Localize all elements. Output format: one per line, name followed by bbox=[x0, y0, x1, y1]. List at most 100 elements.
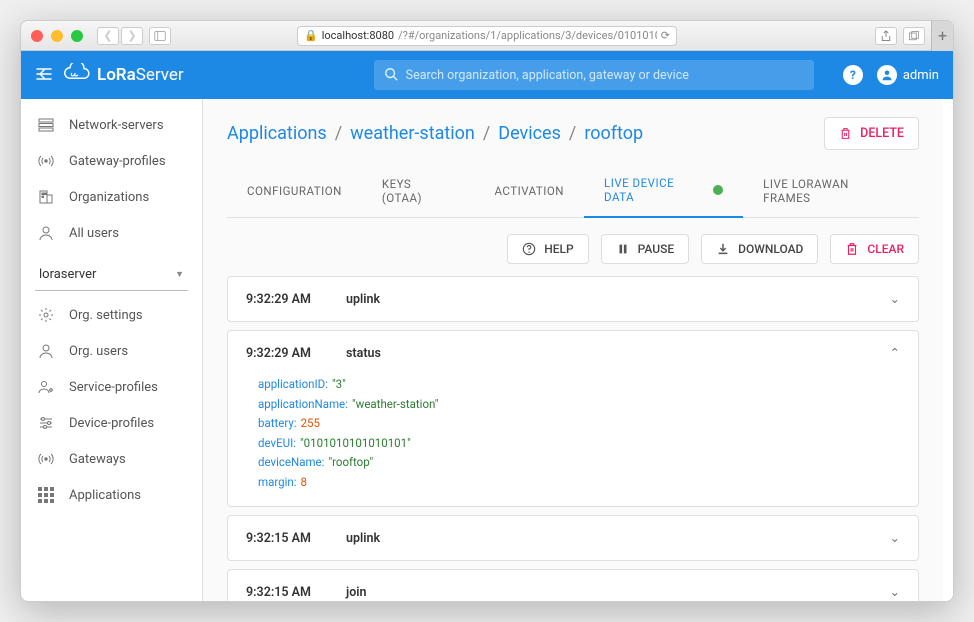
sidebar-item-network-servers[interactable]: Network-servers bbox=[21, 107, 202, 143]
event-header[interactable]: 9:32:29 AMuplink ⌄ bbox=[228, 277, 918, 321]
tab-activation[interactable]: ACTIVATION bbox=[474, 164, 584, 217]
tab-keys[interactable]: KEYS (OTAA) bbox=[362, 164, 475, 217]
maximize-window-icon[interactable] bbox=[71, 30, 83, 42]
sidebar-item-label: Service-profiles bbox=[69, 380, 158, 395]
user-icon bbox=[37, 225, 55, 241]
breadcrumb-link[interactable]: Applications bbox=[227, 123, 327, 144]
org-selector[interactable]: loraserver ▼ bbox=[35, 259, 188, 291]
sidebar-item-all-users[interactable]: All users bbox=[21, 215, 202, 251]
event-panel: 9:32:15 AMjoin⌄ bbox=[227, 569, 919, 602]
forward-button[interactable]: ❯ bbox=[121, 27, 143, 45]
brand-logo[interactable]: LoRaServer bbox=[63, 63, 184, 88]
tab-configuration[interactable]: CONFIGURATION bbox=[227, 164, 362, 217]
scrollbar[interactable] bbox=[943, 99, 953, 602]
browser-window: ❮ ❯ 🔒 localhost:8080 /?#/organizations/1… bbox=[20, 20, 954, 602]
search-icon bbox=[384, 66, 398, 85]
new-tab-button[interactable]: + bbox=[931, 21, 953, 51]
breadcrumb-row: Applications/ weather-station/ Devices/ … bbox=[227, 117, 919, 150]
payload-row: battery: 255 bbox=[258, 414, 900, 434]
clear-button[interactable]: CLEAR bbox=[830, 234, 919, 264]
payload-key: applicationID: bbox=[258, 375, 328, 395]
help-icon[interactable]: ? bbox=[843, 65, 863, 85]
chevron-down-icon: ⌄ bbox=[890, 584, 900, 600]
sidebar-item-label: Gateway-profiles bbox=[69, 154, 166, 169]
antenna-icon bbox=[37, 153, 55, 169]
event-type: uplink bbox=[346, 531, 380, 546]
mac-titlebar: ❮ ❯ 🔒 localhost:8080 /?#/organizations/1… bbox=[21, 21, 953, 51]
payload-value: "3" bbox=[332, 375, 346, 395]
sidebar-item-device-profiles[interactable]: Device-profiles bbox=[21, 405, 202, 441]
tab-live-device-data[interactable]: LIVE DEVICE DATA bbox=[584, 164, 743, 218]
sidebar-item-label: Applications bbox=[69, 488, 141, 503]
breadcrumb-link[interactable]: rooftop bbox=[584, 123, 643, 144]
event-time: 9:32:29 AM bbox=[246, 292, 346, 307]
breadcrumb-link[interactable]: Devices bbox=[498, 123, 561, 144]
sidebar-item-gateway-profiles[interactable]: Gateway-profiles bbox=[21, 143, 202, 179]
building-icon bbox=[37, 189, 55, 205]
user-menu[interactable]: admin bbox=[877, 65, 939, 85]
sidebar-item-label: Device-profiles bbox=[69, 416, 154, 431]
breadcrumb-link[interactable]: weather-station bbox=[350, 123, 475, 144]
pause-button[interactable]: PAUSE bbox=[601, 234, 690, 264]
payload-key: devEUI: bbox=[258, 434, 296, 454]
event-header[interactable]: 9:32:15 AMjoin⌄ bbox=[228, 570, 918, 602]
sidebar-item-label: Organizations bbox=[69, 190, 149, 205]
status-dot-icon bbox=[713, 185, 723, 195]
tab-live-lorawan-frames[interactable]: LIVE LORAWAN FRAMES bbox=[743, 164, 919, 217]
back-button[interactable]: ❮ bbox=[97, 27, 119, 45]
payload-value: "weather-station" bbox=[352, 395, 439, 415]
event-panel: 9:32:15 AMuplink⌄ bbox=[227, 515, 919, 561]
search-input[interactable] bbox=[406, 68, 804, 83]
gear-icon bbox=[37, 307, 55, 323]
event-type: join bbox=[346, 585, 367, 600]
menu-collapse-icon[interactable] bbox=[35, 66, 53, 85]
address-bar[interactable]: 🔒 localhost:8080 /?#/organizations/1/app… bbox=[297, 26, 677, 46]
chevron-down-icon: ⌄ bbox=[890, 291, 900, 307]
chevron-up-icon: ⌃ bbox=[890, 345, 900, 361]
delete-button[interactable]: DELETE bbox=[824, 117, 919, 150]
event-header[interactable]: 9:32:29 AMstatus⌃ bbox=[228, 331, 918, 375]
close-window-icon[interactable] bbox=[31, 30, 43, 42]
payload-key: margin: bbox=[258, 473, 297, 493]
sidebar-item-organizations[interactable]: Organizations bbox=[21, 179, 202, 215]
download-button[interactable]: DOWNLOAD bbox=[701, 234, 818, 264]
payload-row: applicationName: "weather-station" bbox=[258, 395, 900, 415]
sidebar-item-service-profiles[interactable]: Service-profiles bbox=[21, 369, 202, 405]
sidebar-item-gateways[interactable]: Gateways bbox=[21, 441, 202, 477]
sidebar-toggle-button[interactable] bbox=[149, 27, 171, 45]
payload-row: margin: 8 bbox=[258, 473, 900, 493]
sidebar-item-label: All users bbox=[69, 226, 119, 241]
user-gear-icon bbox=[37, 379, 55, 395]
payload-row: deviceName: "rooftop" bbox=[258, 453, 900, 473]
payload-value: 8 bbox=[301, 473, 307, 493]
apps-icon bbox=[37, 487, 55, 503]
help-button[interactable]: HELP bbox=[507, 234, 588, 264]
sidebar-item-label: Org. users bbox=[69, 344, 128, 359]
sidebar-item-org-users[interactable]: Org. users bbox=[21, 333, 202, 369]
payload-row: applicationID: "3" bbox=[258, 375, 900, 395]
chevron-down-icon: ▼ bbox=[175, 269, 184, 280]
org-selected: loraserver bbox=[39, 267, 96, 282]
trash-icon bbox=[839, 127, 852, 140]
sidebar: Network-servers Gateway-profiles Organiz… bbox=[21, 99, 203, 602]
sliders-icon bbox=[37, 415, 55, 431]
sidebar-item-org-settings[interactable]: Org. settings bbox=[21, 297, 202, 333]
payload-value: "rooftop" bbox=[328, 453, 373, 473]
pause-icon bbox=[616, 242, 630, 256]
download-icon bbox=[716, 242, 730, 256]
event-type: uplink bbox=[346, 292, 380, 307]
breadcrumb: Applications/ weather-station/ Devices/ … bbox=[227, 123, 643, 144]
event-header[interactable]: 9:32:15 AMuplink⌄ bbox=[228, 516, 918, 560]
sidebar-item-applications[interactable]: Applications bbox=[21, 477, 202, 513]
global-search[interactable] bbox=[374, 60, 814, 90]
cloud-icon bbox=[63, 63, 91, 88]
trash-icon bbox=[845, 242, 859, 256]
event-list: 9:32:29 AMuplink⌄9:32:29 AMstatus⌃applic… bbox=[227, 276, 919, 602]
event-time: 9:32:29 AM bbox=[246, 346, 346, 361]
event-panel: 9:32:29 AMstatus⌃applicationID: "3"appli… bbox=[227, 330, 919, 507]
reload-icon[interactable]: ⟳ bbox=[661, 29, 670, 42]
share-button[interactable] bbox=[875, 27, 897, 45]
minimize-window-icon[interactable] bbox=[51, 30, 63, 42]
tabs-button[interactable] bbox=[903, 27, 925, 45]
antenna-icon bbox=[37, 451, 55, 467]
